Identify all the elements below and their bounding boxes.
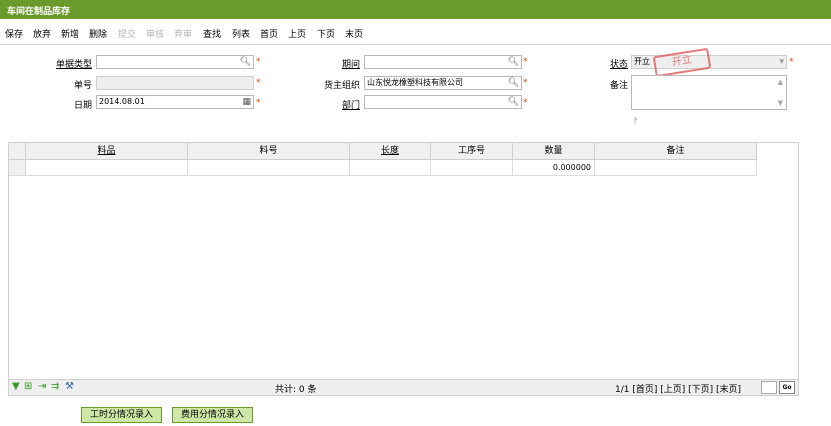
toolbar-divider <box>0 44 831 45</box>
required-marker: * <box>256 57 261 67</box>
cell-item-no[interactable] <box>188 160 350 175</box>
cell-qty[interactable]: 0.000000 <box>513 160 595 175</box>
required-marker: * <box>523 98 528 108</box>
insert-row-icon[interactable]: ⇥ <box>38 381 46 392</box>
grid-footer: ▼ ⊞ ⇥ ⇉ ⚒ 共计: 0 条 1/1 [首页] [上页] [下页] [末页… <box>9 379 798 395</box>
find-button[interactable]: 查找 <box>203 27 221 40</box>
cell-length[interactable] <box>350 160 431 175</box>
period-field[interactable]: 🔍︎ <box>364 55 522 69</box>
last-page-button[interactable]: 末页 <box>345 27 363 40</box>
go-button[interactable]: Go <box>779 381 795 394</box>
required-marker: * <box>523 78 528 88</box>
required-marker: * <box>523 57 528 67</box>
settings-icon[interactable]: ⚒ <box>65 381 74 392</box>
copy-row-icon[interactable]: ⇉ <box>51 381 59 392</box>
search-icon[interactable]: 🔍︎ <box>508 96 519 108</box>
owner-org-label: 货主组织 <box>323 81 360 91</box>
column-header-item-no[interactable]: 料号 <box>188 143 350 159</box>
status-stamp: 开立 <box>652 47 712 78</box>
chevron-down-icon[interactable]: ▾ <box>779 56 784 68</box>
expand-icon[interactable]: ⨡ <box>634 117 638 127</box>
cell-item[interactable] <box>26 160 188 175</box>
first-page-button[interactable]: 首页 <box>260 27 278 40</box>
save-button[interactable]: 保存 <box>5 27 23 40</box>
status-value: 开立 <box>634 57 650 66</box>
next-page-button[interactable]: 下页 <box>317 27 335 40</box>
discard-button[interactable]: 放弃 <box>33 27 51 40</box>
unapprove-button[interactable]: 弃审 <box>174 27 192 40</box>
add-row-icon[interactable]: ⊞ <box>24 381 32 392</box>
column-header-item[interactable]: 料品 <box>26 143 188 159</box>
prev-page-button[interactable]: 上页 <box>288 27 306 40</box>
record-count: 共计: 0 条 <box>275 385 317 395</box>
owner-org-value: 山东悦龙橡塑科技有限公司 <box>367 78 463 87</box>
department-field[interactable]: 🔍︎ <box>364 95 522 109</box>
scroll-down-icon[interactable]: ▼ <box>778 99 783 107</box>
date-value: 2014.08.01 <box>99 97 145 106</box>
search-icon[interactable]: 🔍︎ <box>508 77 519 89</box>
period-label[interactable]: 期间 <box>290 57 360 70</box>
cell-op-no[interactable] <box>431 160 513 175</box>
remark-label: 备注 <box>609 81 628 91</box>
doc-no-field[interactable] <box>96 76 254 90</box>
detail-grid: 料品 料号 长度 工序号 数量 备注 0.000000 ▼ ⊞ ⇥ ⇉ ⚒ 共计… <box>8 142 799 396</box>
doc-type-field[interactable]: 🔍︎ <box>96 55 254 69</box>
owner-org-field[interactable]: 山东悦龙橡塑科技有限公司 🔍︎ <box>364 76 522 90</box>
cell-remark[interactable] <box>595 160 757 175</box>
status-label[interactable]: 状态 <box>558 57 628 70</box>
submit-button[interactable]: 提交 <box>118 27 136 40</box>
date-field[interactable]: 2014.08.01 ▦ <box>96 95 254 109</box>
column-header-remark[interactable]: 备注 <box>595 143 757 159</box>
row-selector-header[interactable] <box>9 143 26 159</box>
grid-header: 料品 料号 长度 工序号 数量 备注 <box>9 143 757 160</box>
list-button[interactable]: 列表 <box>232 27 250 40</box>
expense-entry-button[interactable]: 费用分情况录入 <box>172 407 253 423</box>
column-header-qty[interactable]: 数量 <box>513 143 595 159</box>
search-icon[interactable]: 🔍︎ <box>508 56 519 68</box>
page-number-input[interactable] <box>761 381 777 394</box>
column-header-length[interactable]: 长度 <box>350 143 431 159</box>
filter-icon[interactable]: ▼ <box>12 381 20 392</box>
window-title: 车间在制品库存 <box>7 7 71 17</box>
new-button[interactable]: 新增 <box>61 27 79 40</box>
search-icon[interactable]: 🔍︎ <box>240 56 251 68</box>
date-label: 日期 <box>73 101 92 111</box>
window-title-bar: 车间在制品库存 <box>0 0 831 19</box>
calendar-icon[interactable]: ▦ <box>242 96 251 108</box>
column-header-op-no[interactable]: 工序号 <box>431 143 513 159</box>
scroll-up-icon[interactable]: ▲ <box>778 78 783 86</box>
delete-button[interactable]: 删除 <box>89 27 107 40</box>
remark-textarea[interactable]: ▲ ▼ <box>631 75 787 110</box>
labor-entry-button[interactable]: 工时分情况录入 <box>81 407 162 423</box>
approve-button[interactable]: 审核 <box>146 27 164 40</box>
doc-no-label: 单号 <box>73 81 92 91</box>
row-selector[interactable] <box>9 160 26 175</box>
doc-type-label[interactable]: 单据类型 <box>22 57 92 70</box>
required-marker: * <box>256 78 261 88</box>
pager[interactable]: 1/1 [首页] [上页] [下页] [末页] <box>615 382 741 395</box>
toolbar: 保存 放弃 新增 删除 提交 审核 弃审 查找 列表 首页 上页 下页 末页 <box>0 23 831 43</box>
required-marker: * <box>256 98 261 108</box>
department-label[interactable]: 部门 <box>290 98 360 111</box>
required-marker: * <box>789 57 794 67</box>
table-row[interactable]: 0.000000 <box>9 160 757 176</box>
